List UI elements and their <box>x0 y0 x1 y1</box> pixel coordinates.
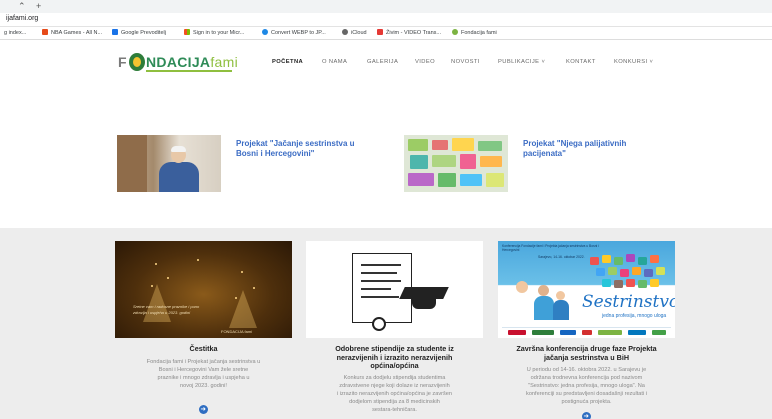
bookmark-item[interactable]: Živim - VIDEO Trans... <box>377 29 441 38</box>
role-icon <box>650 255 659 263</box>
nav-video[interactable]: VIDEO <box>415 59 435 65</box>
image-footer: FONDACIJA fami <box>221 329 253 334</box>
news-card-excerpt: Fondacija fami i Projekat jačanja sestri… <box>146 359 261 389</box>
poster-date: Sarajevo, 14-16. oktobar 2022. <box>538 255 585 259</box>
news-card-title[interactable]: Odobrene stipendije za studente iz neraz… <box>306 344 483 371</box>
news-card-title[interactable]: Čestitka <box>115 344 292 354</box>
news-card-image-diploma[interactable] <box>306 241 483 338</box>
site-logo[interactable]: F NDACIJAfami <box>118 53 238 73</box>
convert-icon <box>262 29 268 35</box>
bookmark-item[interactable]: g index... <box>4 29 26 38</box>
nav-konkursi[interactable]: KONKURSI ˅ <box>614 59 653 65</box>
role-icon <box>650 279 659 287</box>
apple-icon <box>342 29 348 35</box>
role-icon <box>644 269 653 277</box>
bookmark-item[interactable]: iCloud <box>342 29 367 38</box>
project-thumbnail-elderly-patient[interactable] <box>117 135 221 192</box>
tree-icon <box>143 284 171 322</box>
bookmark-item[interactable]: Sign in to your Micr... <box>184 29 244 38</box>
news-card-image-conference-poster[interactable]: Konferencija Fondacije fami i Projekta j… <box>498 241 675 338</box>
read-more-arrow-icon[interactable] <box>199 405 208 414</box>
bookmarks-bar: g index... NBA Games - All N... Google P… <box>0 27 772 40</box>
bookmark-item[interactable]: Google Prevoditelj <box>112 29 166 38</box>
bookmark-item[interactable]: Fondacija fami <box>452 29 497 38</box>
site-header: F NDACIJAfami POČETNA O NAMA GALERIJA VI… <box>0 41 772 83</box>
project-njega-palijativnih[interactable]: Projekat "Njega palijativnih pacijenata" <box>404 135 704 192</box>
nav-o-nama[interactable]: O NAMA <box>322 59 347 65</box>
role-icon <box>620 269 629 277</box>
address-bar[interactable]: ijafami.org <box>0 13 772 27</box>
zivim-icon <box>377 29 383 35</box>
read-more-arrow-icon[interactable] <box>582 412 591 419</box>
nav-novosti[interactable]: NOVOSTI <box>451 59 480 65</box>
role-icon <box>602 279 611 287</box>
project-title[interactable]: Projekat "Njega palijativnih pacijenata" <box>523 139 626 159</box>
bookmark-item[interactable]: NBA Games - All N... <box>42 29 102 38</box>
nurses-illustration <box>508 277 570 321</box>
poster-subtitle: jedna profesija, mnogo uloga <box>602 313 667 319</box>
patient-figure <box>153 143 203 192</box>
nav-kontakt[interactable]: KONTAKT <box>566 59 596 65</box>
logo-letter: F <box>118 54 128 70</box>
google-translate-icon <box>112 29 118 35</box>
role-icon <box>626 254 635 262</box>
nav-publikacije[interactable]: PUBLIKACIJE ˅ <box>498 59 545 65</box>
image-greeting: Sretne vam i radosne praznike i puno zdr… <box>133 304 200 315</box>
project-title[interactable]: Projekat "Jačanje sestrinstva u Bosni i … <box>236 139 355 159</box>
browser-tabstrip: ⌃ + <box>0 0 772 13</box>
poster-header: Konferencija Fondacije fami i Projekta j… <box>502 244 599 252</box>
role-icon <box>602 255 611 263</box>
role-icon <box>596 268 605 276</box>
tab-search-icon[interactable]: ⌃ <box>18 1 26 11</box>
project-jacanje-sestrinstva[interactable]: Projekat "Jačanje sestrinstva u Bosni i … <box>117 135 397 192</box>
project-thumbnail-collage[interactable] <box>404 135 508 192</box>
news-card-title[interactable]: Završna konferencija druge faze Projekta… <box>498 344 675 362</box>
tree-icon <box>229 290 257 328</box>
new-tab-button[interactable]: + <box>36 1 41 11</box>
role-icon <box>626 279 635 287</box>
news-card-excerpt: U periodu od 14-16. oktobra 2022. u Sara… <box>526 367 647 405</box>
nba-icon <box>42 29 48 35</box>
news-card-excerpt: Konkurs za dodjelu stipendija studentima… <box>336 375 453 413</box>
poster-title: Sestrinstvo <box>582 292 675 312</box>
nav-galerija[interactable]: GALERIJA <box>367 59 398 65</box>
partner-logos <box>502 327 671 336</box>
role-icon <box>590 257 599 265</box>
logo-underline <box>146 70 232 72</box>
role-icon <box>632 267 641 275</box>
role-icon <box>614 257 623 265</box>
role-icon <box>638 257 647 265</box>
role-icon <box>614 280 623 288</box>
logo-emblem-icon <box>129 53 145 71</box>
microsoft-icon <box>184 29 190 35</box>
role-icon <box>656 267 665 275</box>
news-card-image-christmas[interactable]: Sretne vam i radosne praznike i puno zdr… <box>115 241 292 338</box>
fami-icon <box>452 29 458 35</box>
seal-icon <box>372 317 386 331</box>
nav-pocetna[interactable]: POČETNA <box>272 59 303 65</box>
logo-wordmark: NDACIJAfami <box>146 54 238 70</box>
role-icon <box>638 280 647 288</box>
address-bar-url[interactable]: ijafami.org <box>6 15 38 22</box>
role-icon <box>608 267 617 275</box>
bookmark-item[interactable]: Convert WEBP to JP... <box>262 29 326 38</box>
